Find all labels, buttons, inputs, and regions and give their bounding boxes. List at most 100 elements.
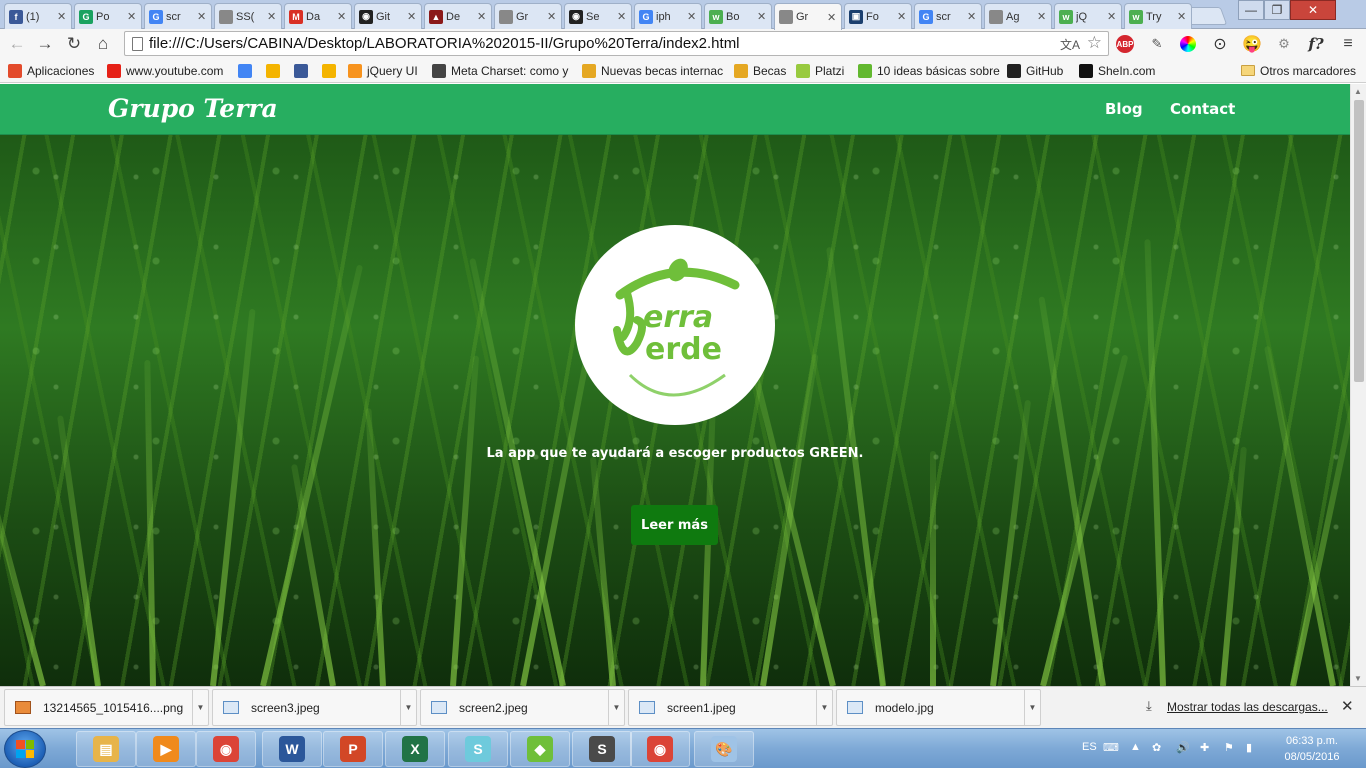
tab-close-icon[interactable]: ✕ <box>827 11 837 24</box>
show-all-downloads-link[interactable]: Mostrar todas las descargas... <box>1167 700 1328 714</box>
browser-tab[interactable]: ▲ De ✕ <box>424 3 492 29</box>
show-hidden-icons[interactable]: ▲ <box>1130 741 1141 753</box>
chevron-down-icon[interactable]: ▼ <box>192 690 208 725</box>
volume-icon[interactable]: 🔊 <box>1176 741 1190 754</box>
record-icon[interactable]: ⊙ <box>1209 33 1231 55</box>
tab-close-icon[interactable]: ✕ <box>547 10 557 23</box>
taskbar-app[interactable]: ◉ <box>630 731 690 767</box>
scroll-down-icon[interactable]: ▼ <box>1354 674 1362 683</box>
tab-close-icon[interactable]: ✕ <box>1177 10 1187 23</box>
taskbar-app[interactable]: P <box>323 731 383 767</box>
menu-icon[interactable]: ≡ <box>1337 33 1359 55</box>
tab-close-icon[interactable]: ✕ <box>267 10 277 23</box>
download-item[interactable]: screen3.jpeg ▼ <box>212 689 417 726</box>
language-indicator[interactable]: ES <box>1082 741 1097 753</box>
taskbar-app[interactable]: ◉ <box>196 731 256 767</box>
bookmark-item[interactable]: GitHub <box>1007 62 1063 79</box>
sync-icon[interactable]: ✚ <box>1200 741 1209 754</box>
bookmark-item[interactable] <box>294 62 308 79</box>
taskbar-app[interactable]: 🎨 <box>694 731 754 767</box>
tab-close-icon[interactable]: ✕ <box>337 10 347 23</box>
bookmark-item[interactable]: Platzi <box>796 62 844 79</box>
browser-tab[interactable]: M Da ✕ <box>284 3 352 29</box>
bookmark-star-icon[interactable]: ☆ <box>1087 33 1102 53</box>
tab-close-icon[interactable]: ✕ <box>57 10 67 23</box>
bookmark-item[interactable] <box>266 62 280 79</box>
bookmark-item[interactable]: www.youtube.com <box>107 62 223 79</box>
bookmark-item[interactable] <box>238 62 252 79</box>
keyboard-icon[interactable]: ⌨ <box>1103 741 1119 754</box>
tab-close-icon[interactable]: ✕ <box>197 10 207 23</box>
address-bar[interactable]: file:///C:/Users/CABINA/Desktop/LABORATO… <box>124 31 1109 56</box>
download-item[interactable]: screen1.jpeg ▼ <box>628 689 833 726</box>
nav-contact-link[interactable]: Contact <box>1170 100 1235 118</box>
browser-tab[interactable]: w Try ✕ <box>1124 3 1192 29</box>
browser-tab[interactable]: w jQ ✕ <box>1054 3 1122 29</box>
browser-tab[interactable]: w Bo ✕ <box>704 3 772 29</box>
browser-tab[interactable]: Ag ✕ <box>984 3 1052 29</box>
taskbar-app[interactable]: ▶ <box>136 731 196 767</box>
system-clock[interactable]: 06:33 p.m. 08/05/2016 <box>1270 733 1354 765</box>
maximize-button[interactable]: ❐ <box>1264 0 1290 20</box>
bookmark-item[interactable]: Nuevas becas internac <box>582 62 723 79</box>
chevron-down-icon[interactable]: ▼ <box>816 690 832 725</box>
browser-tab[interactable]: f (1) ✕ <box>4 3 72 29</box>
taskbar-app[interactable]: ▤ <box>76 731 136 767</box>
tab-close-icon[interactable]: ✕ <box>967 10 977 23</box>
taskbar-app[interactable]: X <box>385 731 445 767</box>
emoji-icon[interactable]: 😜 <box>1241 33 1263 55</box>
tab-close-icon[interactable]: ✕ <box>477 10 487 23</box>
adblock-icon[interactable]: ABP <box>1114 33 1136 55</box>
minimize-button[interactable]: — <box>1238 0 1264 20</box>
browser-tab[interactable]: ▣ Fo ✕ <box>844 3 912 29</box>
close-window-button[interactable]: ✕ <box>1290 0 1336 20</box>
chevron-down-icon[interactable]: ▼ <box>400 690 416 725</box>
close-shelf-icon[interactable]: ✕ <box>1341 697 1354 715</box>
tab-close-icon[interactable]: ✕ <box>1037 10 1047 23</box>
back-icon[interactable]: ← <box>6 33 28 55</box>
tab-close-icon[interactable]: ✕ <box>617 10 627 23</box>
browser-tab[interactable]: Gscr ✕ <box>144 3 212 29</box>
tab-close-icon[interactable]: ✕ <box>897 10 907 23</box>
download-item[interactable]: 13214565_1015416....png ▼ <box>4 689 209 726</box>
chevron-down-icon[interactable]: ▼ <box>1024 690 1040 725</box>
browser-tab[interactable]: ◉ Git ✕ <box>354 3 422 29</box>
browser-tab[interactable]: Gr ✕ <box>774 3 842 30</box>
browser-tab[interactable]: Gr ✕ <box>494 3 562 29</box>
taskbar-app[interactable]: S <box>572 731 632 767</box>
tab-close-icon[interactable]: ✕ <box>127 10 137 23</box>
action-center-icon[interactable]: ⚑ <box>1224 741 1234 754</box>
signal-icon[interactable]: ▮ <box>1246 741 1252 754</box>
download-item[interactable]: screen2.jpeg ▼ <box>420 689 625 726</box>
home-icon[interactable]: ⌂ <box>92 33 114 55</box>
network-tray-icon[interactable]: ✿ <box>1152 741 1161 754</box>
browser-tab[interactable]: ◉ Se ✕ <box>564 3 632 29</box>
other-bookmarks[interactable]: Otros marcadores <box>1241 62 1356 79</box>
download-item[interactable]: modelo.jpg ▼ <box>836 689 1041 726</box>
page-scrollbar[interactable]: ▲ ▼ <box>1350 84 1366 686</box>
bookmark-item[interactable]: Meta Charset: como y <box>432 62 568 79</box>
bookmark-item[interactable]: 10 ideas básicas sobre <box>858 62 1000 79</box>
browser-tab[interactable]: G Po ✕ <box>74 3 142 29</box>
extension-icon[interactable]: ⚙ <box>1273 33 1295 55</box>
taskbar-app[interactable]: ◆ <box>510 731 570 767</box>
bookmark-item[interactable]: Becas <box>734 62 786 79</box>
reload-icon[interactable]: ↻ <box>63 33 85 55</box>
taskbar-app[interactable]: S <box>448 731 508 767</box>
site-brand[interactable]: Grupo Terra <box>108 94 278 123</box>
formula-icon[interactable]: f? <box>1305 33 1327 55</box>
tab-close-icon[interactable]: ✕ <box>687 10 697 23</box>
browser-tab[interactable]: SS(✕ <box>214 3 282 29</box>
eyedropper-icon[interactable]: ✎ <box>1146 33 1168 55</box>
tab-close-icon[interactable]: ✕ <box>1107 10 1117 23</box>
nav-blog-link[interactable]: Blog <box>1105 100 1143 118</box>
browser-tab[interactable]: Giph ✕ <box>634 3 702 29</box>
scrollbar-thumb[interactable] <box>1354 100 1364 382</box>
bookmark-item[interactable]: jQuery UI <box>348 62 418 79</box>
tab-close-icon[interactable]: ✕ <box>407 10 417 23</box>
bookmark-item[interactable] <box>322 62 336 79</box>
tab-close-icon[interactable]: ✕ <box>757 10 767 23</box>
start-button[interactable] <box>4 730 46 768</box>
forward-icon[interactable]: → <box>34 33 56 55</box>
read-more-button[interactable]: Leer más <box>631 505 718 545</box>
